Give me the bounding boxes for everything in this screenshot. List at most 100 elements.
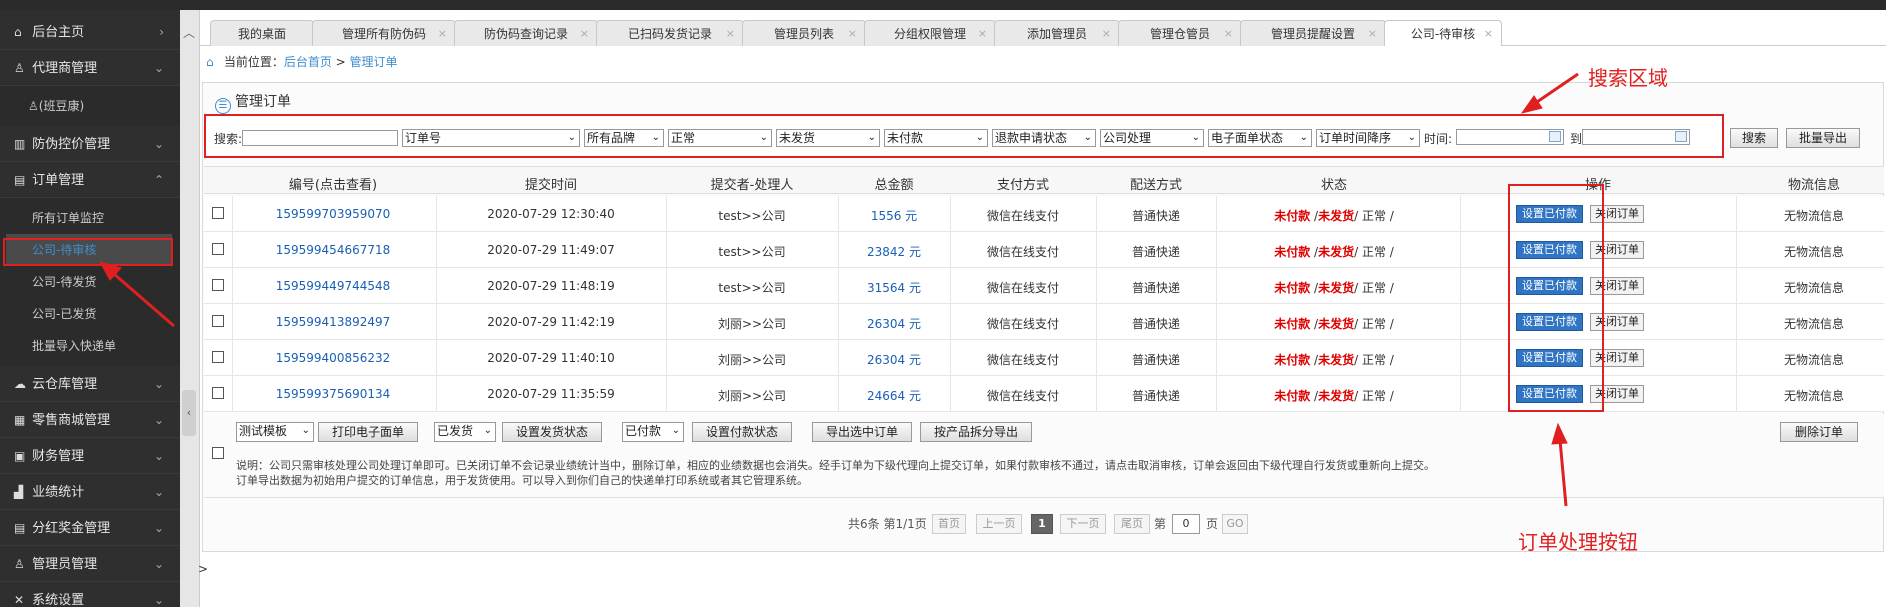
print-waybill-button[interactable]: 打印电子面单: [318, 422, 418, 442]
search-input[interactable]: [242, 130, 398, 146]
pay-status-select[interactable]: 未付款 ⌄: [884, 129, 988, 147]
batch-export-button[interactable]: 批量导出: [1786, 128, 1860, 148]
search-button[interactable]: 搜索: [1730, 128, 1778, 148]
order-id-link[interactable]: 159599375690134: [276, 387, 391, 401]
row-checkbox[interactable]: [212, 351, 224, 363]
column-divider: [1216, 268, 1217, 304]
annotation-order-button: 订单处理按钮: [1518, 530, 1638, 554]
pay-state-select[interactable]: 已付款 ⌄: [622, 422, 684, 442]
row-checkbox[interactable]: [212, 315, 224, 327]
ship-state-select[interactable]: 已发货 ⌄: [434, 422, 496, 442]
sidebar-subitem-batch-import[interactable]: 批量导入快递单: [0, 330, 180, 362]
waybill-select[interactable]: 电子面单状态 ⌄: [1208, 129, 1312, 147]
chevron-down-icon: ⌄: [153, 137, 164, 151]
sidebar-subitem-shipped[interactable]: 公司-已发货: [0, 298, 180, 330]
tab-code-query[interactable]: 防伪码查询记录 ×: [454, 20, 598, 46]
logistics-info: 无物流信息: [1783, 389, 1845, 403]
row-checkbox[interactable]: [212, 207, 224, 219]
close-icon[interactable]: ×: [978, 21, 987, 47]
brand-select[interactable]: 所有品牌 ⌄: [584, 129, 664, 147]
sort-select[interactable]: 订单时间降序 ⌄: [1316, 129, 1420, 147]
breadcrumb-current-link[interactable]: 管理订单: [350, 55, 398, 69]
handler-select[interactable]: 公司处理 ⌄: [1100, 129, 1204, 147]
tab-scan-ship[interactable]: 已扫码发货记录 ×: [596, 20, 744, 46]
breadcrumb-home-link[interactable]: 后台首页: [284, 55, 332, 69]
sidebar-item-retail-mall[interactable]: ▦ 零售商城管理 ⌄: [0, 402, 180, 438]
close-icon[interactable]: ×: [726, 21, 735, 47]
help-note: 说明：公司只需审核处理公司处理订单即可。已关闭订单不会记录业绩统计当中，删除订单…: [236, 458, 1435, 488]
pager-next[interactable]: 下一页: [1060, 514, 1106, 534]
tab-warehouse-admins[interactable]: 管理仓管员 ×: [1118, 20, 1242, 46]
export-selected-button[interactable]: 导出选中订单: [812, 422, 912, 442]
tab-add-admin[interactable]: 添加管理员 ×: [994, 20, 1120, 46]
sidebar-subitem-all-orders[interactable]: 所有订单监控: [0, 202, 180, 234]
column-header: 配送方式: [1129, 178, 1183, 193]
order-id-link[interactable]: 159599400856232: [276, 351, 391, 365]
row-checkbox[interactable]: [212, 279, 224, 291]
sidebar-subitem-pending-review[interactable]: 公司-待审核: [6, 234, 172, 266]
row-checkbox[interactable]: [212, 243, 224, 255]
sidebar-item-performance[interactable]: ▟ 业绩统计 ⌄: [0, 474, 180, 510]
pager-go-button[interactable]: GO: [1222, 514, 1248, 534]
pager-first[interactable]: 首页: [932, 514, 966, 534]
set-pay-status-button[interactable]: 设置付款状态: [692, 422, 792, 442]
tab-admin-list[interactable]: 管理员列表 ×: [742, 20, 866, 46]
sidebar-item-admins[interactable]: ♙ 管理员管理 ⌄: [0, 546, 180, 582]
split-export-button[interactable]: 按产品拆分导出: [920, 422, 1032, 442]
set-ship-status-button[interactable]: 设置发货状态: [502, 422, 602, 442]
close-icon[interactable]: ×: [1224, 21, 1233, 47]
pager-goto-input[interactable]: 0: [1172, 514, 1200, 534]
calendar-icon[interactable]: [1675, 131, 1687, 142]
order-id-link[interactable]: 159599454667718: [276, 243, 391, 257]
chevron-up-icon[interactable]: ︿: [183, 24, 195, 41]
sidebar-item-cloud-warehouse[interactable]: ☁ 云仓库管理 ⌄: [0, 366, 180, 402]
sidebar-item-anticounterfeit[interactable]: ▥ 防伪控价管理 ⌄: [0, 126, 180, 162]
time-label: 时间:: [1424, 132, 1453, 146]
row-checkbox[interactable]: [212, 387, 224, 399]
sidebar-item-orders[interactable]: ▤ 订单管理 ⌃: [0, 162, 180, 198]
start-date-input[interactable]: [1456, 129, 1564, 145]
close-icon[interactable]: ×: [1102, 21, 1111, 47]
close-icon[interactable]: ×: [1484, 21, 1493, 47]
column-header[interactable]: 编号(点击查看): [289, 174, 377, 193]
sidebar-item-label: 财务管理: [32, 449, 85, 464]
close-icon[interactable]: ×: [848, 21, 857, 47]
tab-permissions[interactable]: 分组权限管理 ×: [864, 20, 996, 46]
sidebar-item-agents[interactable]: ♙ 代理商管理 ⌄: [0, 50, 180, 86]
close-icon[interactable]: ×: [580, 21, 589, 47]
ship-status-select[interactable]: 未发货 ⌄: [776, 129, 880, 147]
sidebar-subitem-bandoukang[interactable]: ♙(班豆康): [0, 90, 180, 122]
template-select[interactable]: 测试模板 ⌄: [236, 422, 314, 442]
sidebar-item-settings[interactable]: ✕ 系统设置 ⌄: [0, 582, 180, 607]
order-id-link[interactable]: 159599449744548: [276, 279, 391, 293]
status-select[interactable]: 正常 ⌄: [668, 129, 772, 147]
end-date-input[interactable]: [1582, 129, 1690, 145]
delete-order-button[interactable]: 删除订单: [1780, 422, 1858, 442]
calendar-icon[interactable]: [1549, 131, 1561, 142]
tab-reminder-settings[interactable]: 管理员提醒设置 ×: [1240, 20, 1386, 46]
tab-all-codes[interactable]: 管理所有防伪码 ×: [312, 20, 456, 46]
pager-prev[interactable]: 上一页: [976, 514, 1022, 534]
select-value: 退款申请状态: [995, 131, 1068, 145]
collapse-handle[interactable]: ‹: [182, 390, 196, 436]
ship-status: 未发货: [1318, 353, 1355, 367]
tab-pending-review[interactable]: 公司-待审核 ×: [1384, 20, 1502, 46]
order-id-link[interactable]: 159599413892497: [276, 315, 391, 329]
chevron-down-icon: ⌄: [651, 132, 660, 143]
home-icon: ⌂: [14, 25, 22, 39]
sidebar-collapse-bar[interactable]: ︿ ‹: [180, 10, 200, 607]
refund-select[interactable]: 退款申请状态 ⌄: [992, 129, 1096, 147]
tab-desktop[interactable]: 我的桌面: [210, 20, 314, 46]
search-field-select[interactable]: 订单号 ⌄: [402, 129, 580, 147]
close-icon[interactable]: ×: [1368, 21, 1377, 47]
order-id-link[interactable]: 159599703959070: [276, 207, 391, 221]
sidebar-item-finance[interactable]: ▣ 财务管理 ⌄: [0, 438, 180, 474]
pager-current[interactable]: 1: [1031, 514, 1053, 534]
chevron-down-icon: ⌄: [153, 377, 164, 391]
pager-last[interactable]: 尾页: [1114, 514, 1150, 534]
sidebar-item-home[interactable]: ⌂ 后台主页 ›: [0, 14, 180, 50]
sidebar-subitem-pending-ship[interactable]: 公司-待发货: [0, 266, 180, 298]
close-icon[interactable]: ×: [438, 21, 447, 47]
select-all-checkbox[interactable]: [212, 447, 224, 459]
sidebar-item-bonus[interactable]: ▤ 分红奖金管理 ⌄: [0, 510, 180, 546]
